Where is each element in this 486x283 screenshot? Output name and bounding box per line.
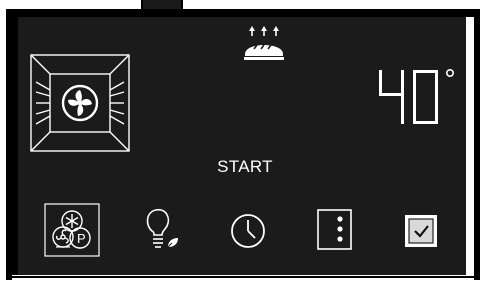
fan-defrost-pyro-icon: P bbox=[44, 203, 100, 257]
right-border bbox=[466, 17, 474, 277]
menu-dots-icon bbox=[317, 209, 352, 250]
clock-icon bbox=[231, 214, 265, 248]
svg-text:P: P bbox=[77, 231, 86, 246]
clock-button[interactable] bbox=[225, 208, 271, 254]
grill-top-heat-icon bbox=[241, 24, 287, 68]
lamp-eco-icon bbox=[146, 208, 178, 250]
temperature-unit: ° bbox=[376, 66, 377, 67]
oven-fan-cavity-icon bbox=[27, 52, 133, 154]
start-label[interactable]: START bbox=[200, 157, 290, 179]
temperature-readout: 40 ° bbox=[376, 66, 466, 128]
menu-button[interactable] bbox=[314, 207, 356, 253]
fan-defrost-pyro-button[interactable]: P bbox=[44, 203, 100, 257]
confirm-checkbox[interactable] bbox=[402, 210, 440, 250]
panel-notch bbox=[141, 0, 183, 11]
checkbox-icon bbox=[405, 215, 437, 247]
lamp-eco-button[interactable] bbox=[140, 205, 182, 255]
bottom-edge bbox=[10, 276, 478, 278]
